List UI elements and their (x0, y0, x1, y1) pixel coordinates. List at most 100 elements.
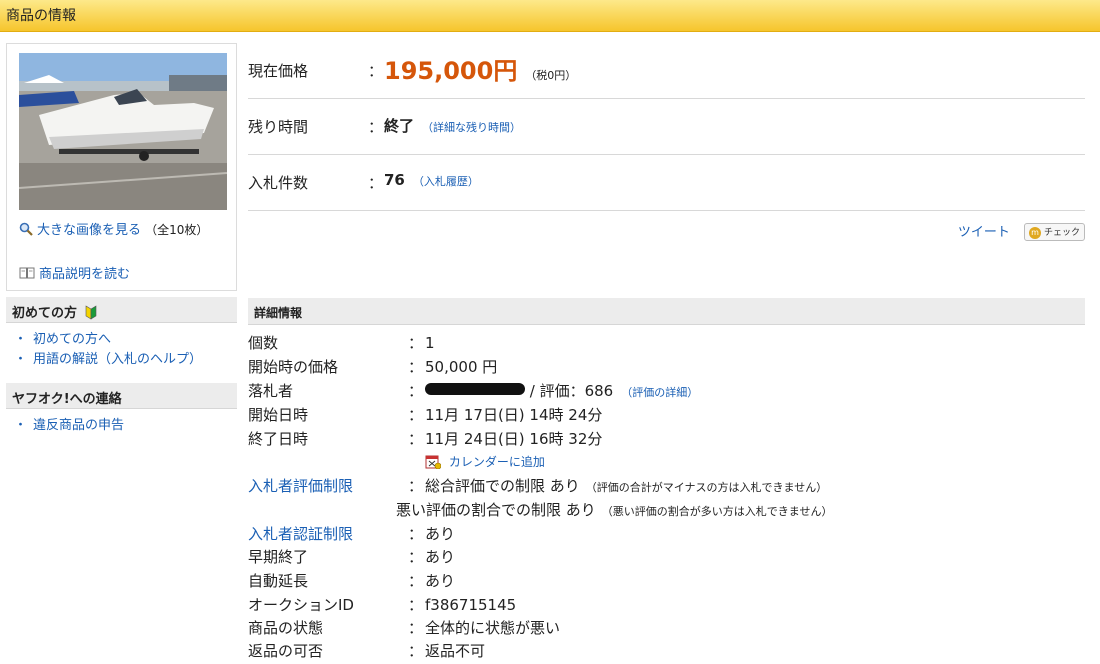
colon: ： (408, 334, 424, 352)
book-icon (19, 266, 35, 284)
detail-key: 商品の状態 (248, 619, 324, 637)
rating-details-link[interactable]: （評価の詳細） (621, 386, 698, 399)
rating-limit-link[interactable]: 入札者評価制限 (248, 474, 353, 498)
time-left-row: 残り時間 ： 終了 （詳細な残り時間） (248, 99, 1085, 155)
colon: ： (368, 118, 384, 136)
calendar-row: カレンダーに追加 (425, 453, 545, 470)
detail-row-auto-extend: 自動延長 ： あり (248, 569, 1085, 593)
details-heading: 詳細情報 (248, 298, 1085, 325)
beginners-link[interactable]: 初めての方へ (33, 332, 111, 347)
price-row: 現在価格 ： 195,000円 （税0円） (248, 43, 1085, 99)
colon: ： (408, 477, 424, 495)
detail-value: 11月 24日(日) 16時 32分 (425, 430, 603, 448)
list-item: ・用語の解説（入札のヘルプ） (14, 352, 203, 367)
detail-value: 全体的に状態が悪い (425, 619, 561, 637)
contact-list: ・違反商品の申告 (14, 416, 124, 436)
beginners-title: 初めての方 (12, 306, 78, 321)
bid-count-row: 入札件数 ： 76 （入札履歴） (248, 155, 1085, 211)
tax-note: （税0円） (525, 69, 577, 82)
colon: ： (408, 572, 424, 590)
social-buttons: ツイート m チェック (958, 221, 1085, 241)
rating-limit-note: （評価の合計がマイナスの方は入札できません） (585, 481, 828, 494)
bid-count-value: 76 (384, 171, 405, 189)
detail-value: 50,000 円 (425, 358, 498, 376)
detail-row-quantity: 個数 ： 1 (248, 331, 1085, 355)
detail-row-early-end: 早期終了 ： あり (248, 545, 1085, 569)
detail-value: 1 (425, 334, 435, 352)
colon: ： (408, 548, 424, 566)
colon: ： (408, 525, 424, 543)
winner-rating: / 評価：686 (525, 382, 614, 400)
page-title: 商品の情報 (6, 8, 76, 24)
detail-row-winner: 落札者 ： / 評価：686 （評価の詳細） (248, 379, 1085, 403)
glossary-link[interactable]: 用語の解説（入札のヘルプ） (33, 352, 202, 367)
price-label: 現在価格 (248, 62, 309, 80)
colon: ： (408, 596, 424, 614)
detail-key: 自動延長 (248, 572, 309, 590)
colon: ： (408, 642, 424, 660)
detail-value: f386715145 (425, 596, 517, 614)
colon: ： (368, 62, 384, 80)
rating-limit-value-1: 総合評価での制限 あり （評価の合計がマイナスの方は入札できません） (425, 474, 827, 500)
current-price-value: 195,000円 (384, 57, 518, 85)
product-photo[interactable] (19, 53, 227, 210)
detail-row-auction-id: オークションID ： f386715145 (248, 593, 1085, 617)
beginners-list: ・初めての方へ ・用語の解説（入札のヘルプ） (14, 330, 202, 370)
auth-limit-link[interactable]: 入札者認証制限 (248, 522, 353, 546)
tweet-link[interactable]: ツイート (958, 225, 1010, 240)
time-left-value: 終了 (384, 117, 415, 135)
colon: ： (408, 358, 424, 376)
list-item: ・初めての方へ (14, 332, 112, 347)
time-left-label: 残り時間 (248, 118, 309, 136)
check-button[interactable]: m チェック (1023, 223, 1085, 241)
detail-key: 開始日時 (248, 406, 309, 424)
beginner-mark-icon (82, 305, 97, 321)
detail-row-start-price: 開始時の価格 ： 50,000 円 (248, 355, 1085, 379)
bid-count: 76 （入札履歴） (384, 171, 479, 189)
colon: ： (368, 174, 384, 192)
magnifier-icon (19, 222, 33, 243)
detail-row-rating-limit: 入札者評価制限 ： 総合評価での制限 あり （評価の合計がマイナスの方は入札できま… (248, 474, 1085, 498)
rating-limit-bad-ratio: 悪い評価の割合での制限 あり (396, 501, 596, 519)
beginners-heading: 初めての方 (6, 297, 237, 323)
add-to-calendar-link[interactable]: カレンダーに追加 (449, 455, 545, 469)
winner-value: / 評価：686 （評価の詳細） (425, 379, 698, 405)
read-description-link[interactable]: 商品説明を読む (39, 267, 130, 282)
view-large-row: 大きな画像を見る （全10枚） (19, 220, 229, 243)
detail-value: あり (425, 525, 456, 543)
rating-limit-note: （悪い評価の割合が多い方は入札できません） (601, 505, 833, 518)
read-description-row: 商品説明を読む (19, 263, 130, 284)
current-price: 195,000円 （税0円） (384, 51, 576, 86)
detail-row-auth-limit: 入札者認証制限 ： あり (248, 522, 1085, 546)
image-box: 大きな画像を見る （全10枚） 商品説明を読む (6, 43, 237, 291)
bid-count-label: 入札件数 (248, 174, 309, 192)
rating-limit-total: 総合評価での制限 あり (425, 477, 580, 495)
bid-history-link[interactable]: （入札履歴） (413, 175, 479, 188)
colon: ： (408, 382, 424, 400)
report-violation-link[interactable]: 違反商品の申告 (33, 418, 124, 433)
detail-row-returns: 返品の可否 ： 返品不可 (248, 639, 1085, 663)
list-item: ・違反商品の申告 (14, 418, 125, 433)
image-count: （全10枚） (145, 223, 209, 237)
view-large-image-link[interactable]: 大きな画像を見る (37, 223, 141, 238)
contact-title: ヤフオク!への連絡 (12, 392, 122, 407)
redacted-username (425, 383, 525, 395)
detail-row-start-time: 開始日時 ： 11月 17日(日) 14時 24分 (248, 403, 1085, 427)
detailed-time-link[interactable]: （詳細な残り時間） (422, 121, 521, 134)
contact-heading: ヤフオク!への連絡 (6, 383, 237, 409)
detail-key: 開始時の価格 (248, 358, 339, 376)
rating-limit-value-2: 悪い評価の割合での制限 あり （悪い評価の割合が多い方は入札できません） (396, 498, 832, 524)
calendar-icon (425, 455, 449, 470)
details-title: 詳細情報 (254, 306, 303, 320)
detail-key: 返品の可否 (248, 642, 324, 660)
detail-value: あり (425, 548, 456, 566)
colon: ： (408, 430, 424, 448)
detail-row-end-time: 終了日時 ： 11月 24日(日) 16時 32分 (248, 427, 1085, 451)
colon: ： (408, 619, 424, 637)
colon: ： (408, 406, 424, 424)
detail-value: あり (425, 572, 456, 590)
detail-key: オークションID (248, 596, 354, 614)
page-header: 商品の情報 (0, 0, 1100, 32)
detail-key: 終了日時 (248, 430, 309, 448)
check-icon: m (1028, 227, 1041, 239)
